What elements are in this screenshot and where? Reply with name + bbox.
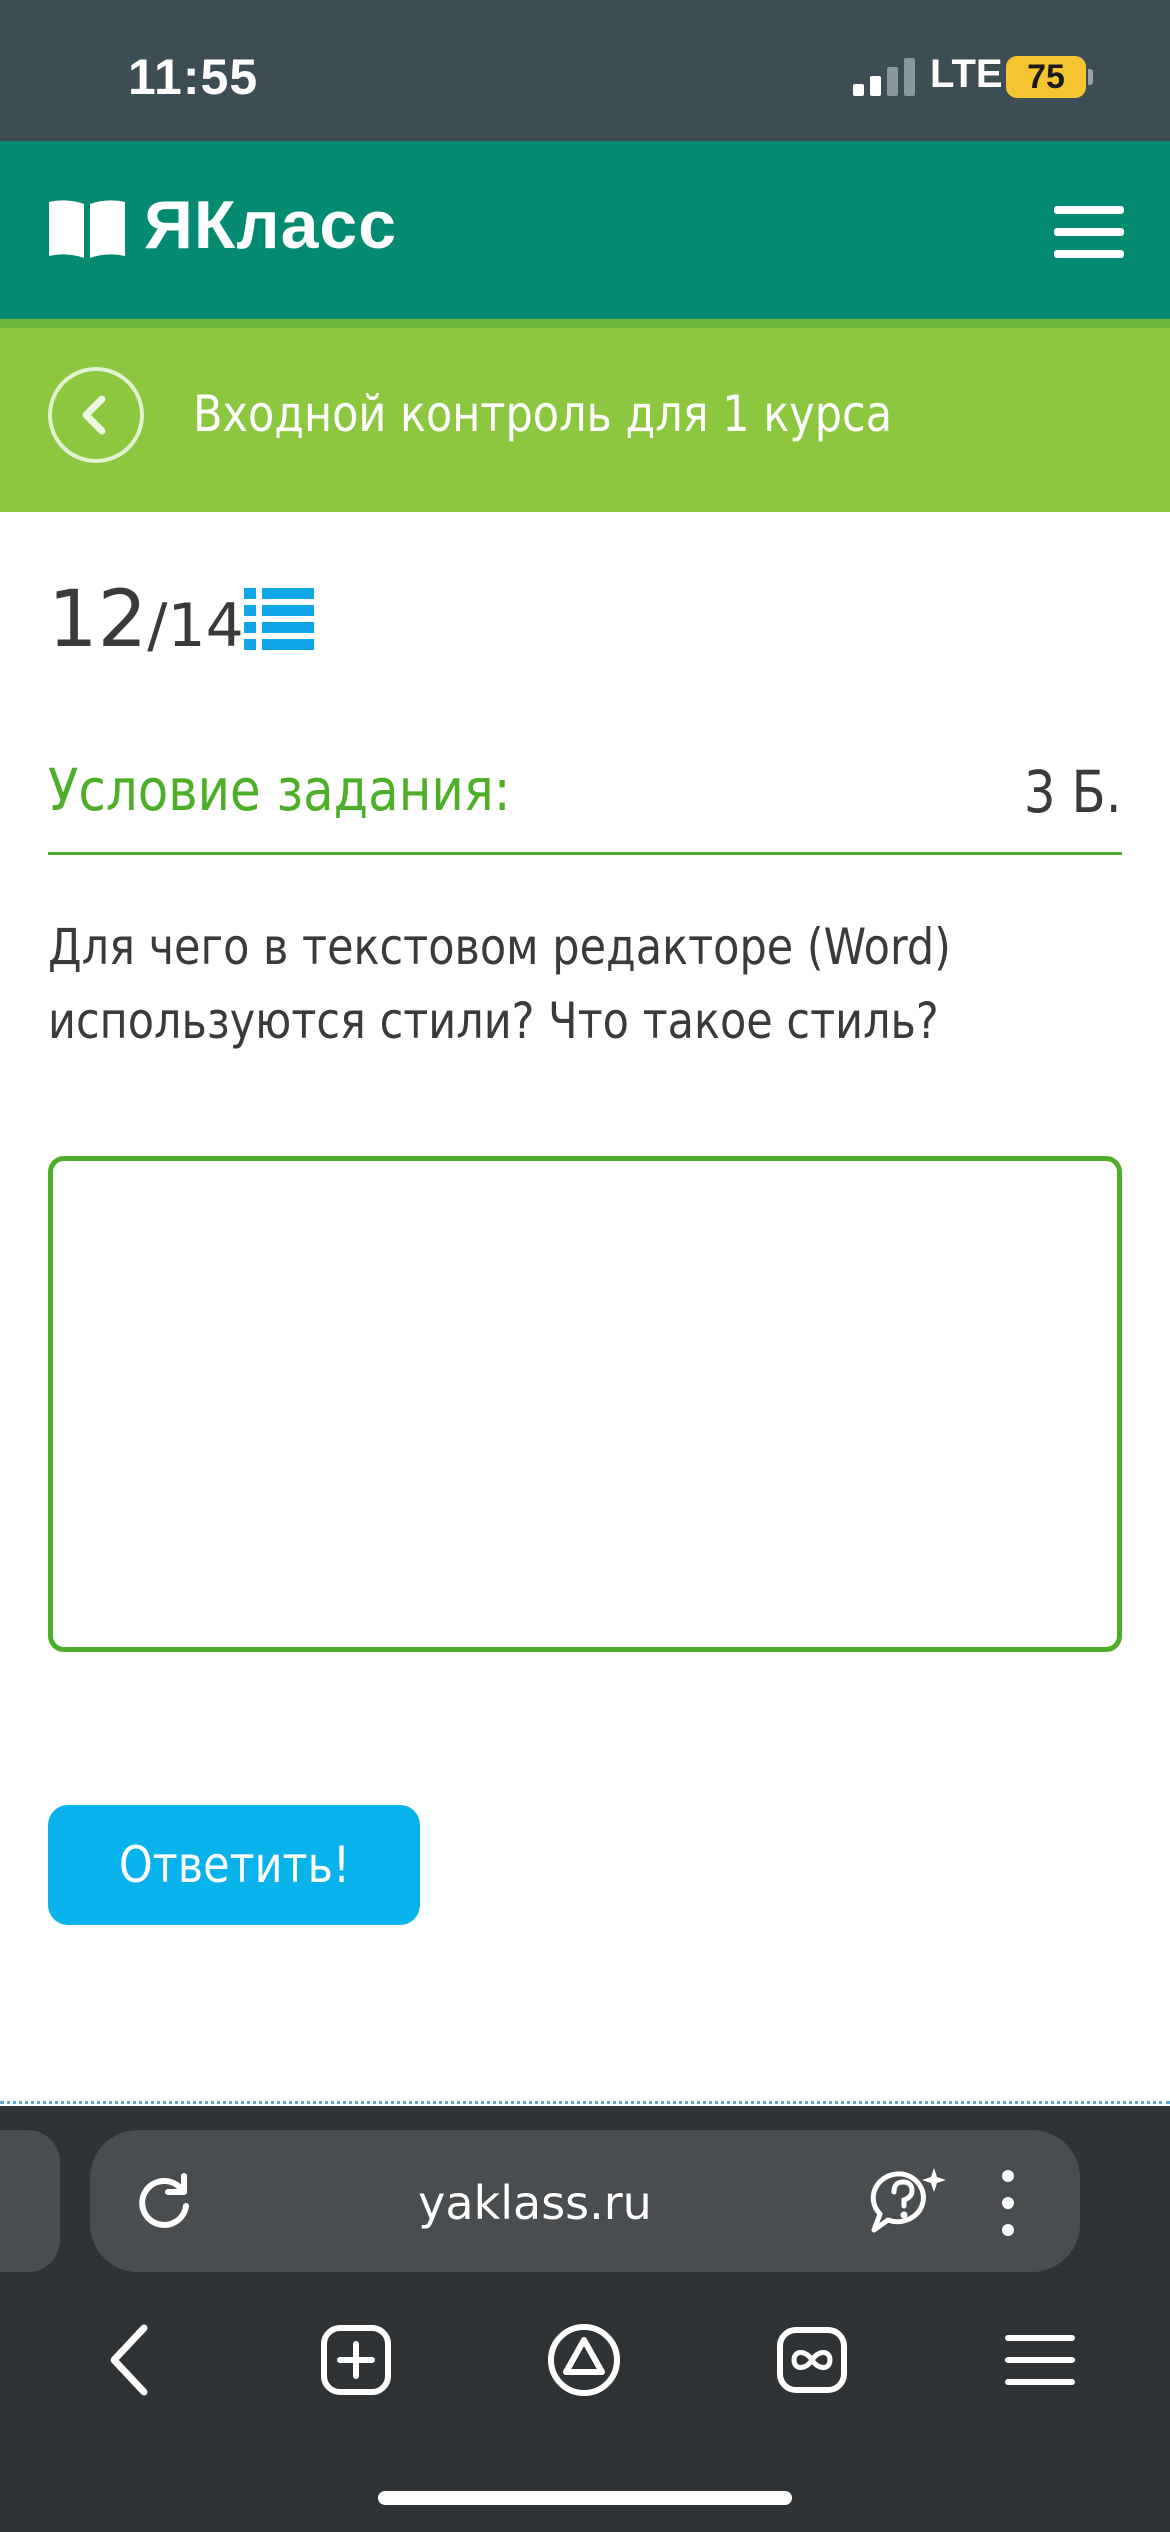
submit-label: Ответить! <box>118 1836 350 1894</box>
battery-icon: 75 <box>1006 56 1093 98</box>
battery-tip <box>1088 69 1093 85</box>
header-strip <box>0 319 1170 328</box>
more-vertical-icon[interactable] <box>994 2168 1022 2238</box>
task-divider <box>48 852 1122 855</box>
task-heading: Условие задания: <box>48 756 511 824</box>
hamburger-menu-icon[interactable] <box>1054 206 1124 258</box>
home-indicator[interactable] <box>378 2491 792 2505</box>
page: 11:55 LTE 75 ЯКласс Входной контроль для… <box>0 0 1170 2532</box>
back-arrow-icon[interactable] <box>92 2320 172 2400</box>
status-time: 11:55 <box>128 49 259 105</box>
submit-answer-button[interactable]: Ответить! <box>48 1805 420 1925</box>
status-bar: 11:55 LTE 75 <box>0 0 1170 141</box>
menu-line <box>1054 206 1124 214</box>
task-progress: 12/14 <box>48 575 244 665</box>
back-button[interactable] <box>48 367 144 463</box>
task-points: 3 Б. <box>1024 758 1122 826</box>
menu-line <box>1054 250 1124 258</box>
alice-icon[interactable] <box>544 2320 624 2400</box>
task-list-icon[interactable] <box>244 588 314 650</box>
page-end-divider <box>0 2101 1170 2104</box>
menu-icon[interactable] <box>1000 2320 1080 2400</box>
progress-current: 12 <box>48 575 148 665</box>
back-chevron-icon <box>82 395 106 435</box>
battery-level: 75 <box>1006 56 1086 98</box>
signal-icon <box>853 58 915 96</box>
book-logo-icon[interactable] <box>47 198 127 260</box>
tabs-icon[interactable] <box>772 2320 852 2400</box>
menu-line <box>1054 228 1124 236</box>
progress-total: /14 <box>147 591 244 661</box>
task-question: Для чего в текстовом редакторе (Word) ис… <box>48 918 951 1050</box>
answer-input[interactable] <box>48 1156 1122 1652</box>
network-type: LTE <box>930 52 1003 96</box>
breadcrumb-title[interactable]: Входной контроль для 1 курса <box>193 385 892 443</box>
brand-logo[interactable]: ЯКласс <box>144 186 397 264</box>
assistant-icon[interactable] <box>868 2164 948 2238</box>
new-tab-icon[interactable] <box>316 2320 396 2400</box>
